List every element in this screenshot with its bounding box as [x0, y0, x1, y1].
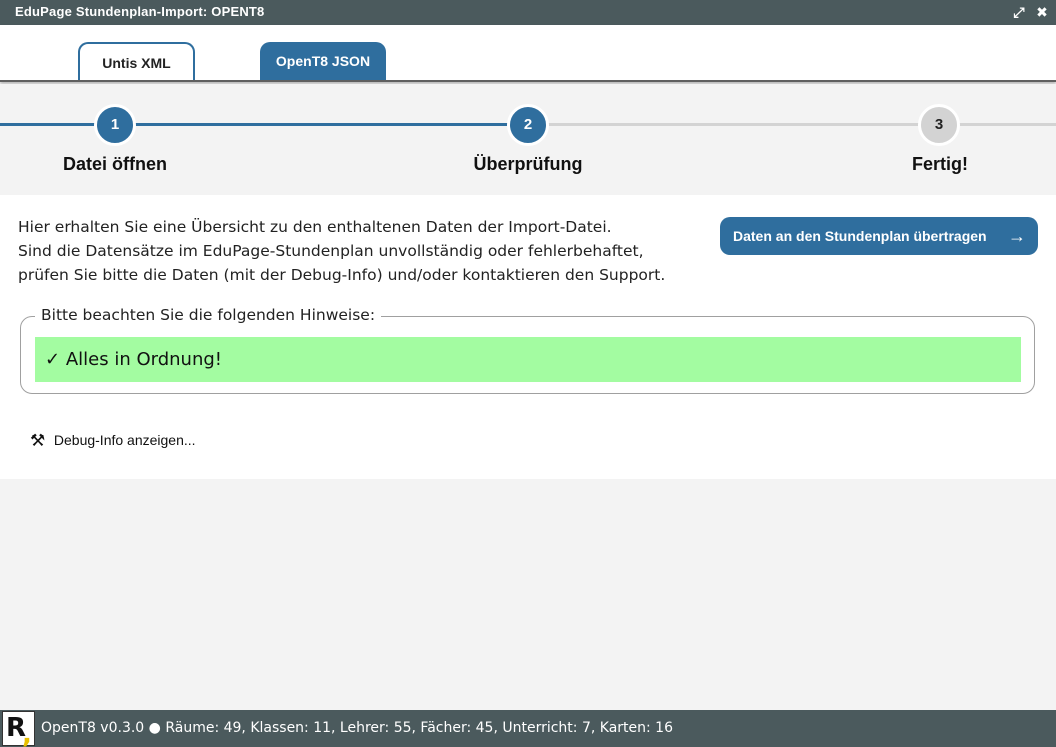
step-1-label: Datei öffnen [62, 154, 167, 174]
notices-group: Bitte beachten Sie die folgenden Hinweis… [20, 306, 1035, 394]
transfer-to-timetable-button[interactable]: Daten an den Stundenplan übertragen → [720, 217, 1038, 255]
checkmark-icon: ✓ [45, 349, 61, 370]
window-title: EduPage Stundenplan-Import: OPENT8 [15, 4, 265, 19]
import-window: EduPage Stundenplan-Import: OPENT8 ⤢ ✖ U… [0, 0, 1056, 747]
stepper-line-pending [528, 123, 1056, 126]
stepper-line-done [0, 123, 528, 126]
app-logo: R , [2, 711, 35, 747]
progress-stepper: 1 2 3 Datei öffnen Überprüfung Fertig! [0, 84, 1056, 195]
status-ok-message: ✓ Alles in Ordnung! [35, 337, 1021, 382]
notices-legend: Bitte beachten Sie die folgenden Hinweis… [35, 306, 382, 324]
step-2-label: Überprüfung [473, 154, 583, 174]
tab-strip: Untis XML OpenT8 JSON [0, 25, 1056, 82]
close-icon[interactable]: ✖ [1034, 3, 1050, 21]
intro-line-2: Sind die Datensätze im EduPage-Stundenpl… [18, 242, 644, 260]
debug-info-label: Debug-Info anzeigen... [53, 432, 196, 448]
step-1-circle: 1 [94, 104, 136, 146]
arrow-right-icon: → [1008, 226, 1026, 246]
transfer-button-label: Daten an den Stundenplan übertragen [733, 228, 987, 244]
tab-opent8-json[interactable]: OpenT8 JSON [260, 42, 386, 80]
intro-line-3: prüfen Sie bitte die Daten (mit der Debu… [18, 266, 666, 284]
logo-comma: , [22, 720, 32, 747]
intro-text: Hier erhalten Sie eine Übersicht zu den … [18, 215, 665, 287]
review-panel: Hier erhalten Sie eine Übersicht zu den … [0, 195, 1056, 479]
step-3-circle: 3 [918, 104, 960, 146]
status-bar: R , OpenT8 v0.3.0 ● Räume: 49, Klassen: … [0, 710, 1056, 747]
intro-line-1: Hier erhalten Sie eine Übersicht zu den … [18, 218, 612, 236]
title-bar: EduPage Stundenplan-Import: OPENT8 ⤢ ✖ [0, 0, 1056, 25]
tab-untis-xml[interactable]: Untis XML [78, 42, 195, 80]
step-3-label: Fertig! [912, 154, 968, 174]
status-summary: OpenT8 v0.3.0 ● Räume: 49, Klassen: 11, … [41, 720, 673, 736]
step-2-circle: 2 [507, 104, 549, 146]
status-ok-text: Alles in Ordnung! [65, 349, 222, 370]
expand-icon[interactable]: ⤢ [1011, 3, 1027, 21]
hammer-pick-icon: ⚒ [30, 431, 46, 450]
debug-info-link[interactable]: ⚒ Debug-Info anzeigen... [30, 431, 196, 451]
